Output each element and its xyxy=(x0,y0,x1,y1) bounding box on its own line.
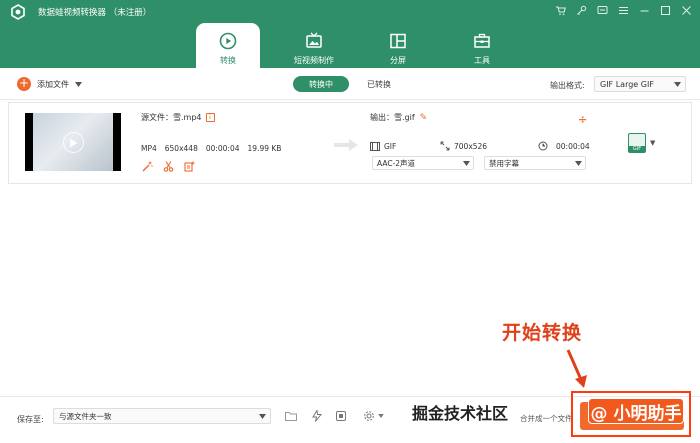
menu-icon[interactable] xyxy=(617,4,629,16)
feedback-icon[interactable] xyxy=(596,4,608,16)
source-file-label: 源文件：雪.mp4 xyxy=(141,113,202,122)
chevron-down-icon xyxy=(674,81,681,87)
clock-icon xyxy=(538,141,548,151)
convert-arrow-icon xyxy=(334,139,358,151)
main-tabs: 转换 短视频制作 分屏 工具 xyxy=(196,23,524,68)
watermark-badge: @ 小明助手 xyxy=(588,398,684,424)
edit-tools xyxy=(142,161,195,172)
tab-short-video-label: 短视频制作 xyxy=(294,56,334,65)
output-duration-group: 00:00:04 xyxy=(538,141,590,151)
film-icon xyxy=(370,141,380,151)
info-icon[interactable]: i xyxy=(205,113,215,122)
pencil-icon[interactable]: ✎ xyxy=(420,113,428,123)
file-item: 源文件：雪.mp4 i MP4 650x448 00:00:04 19.99 K… xyxy=(8,102,692,184)
play-icon[interactable] xyxy=(63,132,84,153)
tab-split-screen-label: 分屏 xyxy=(390,56,406,65)
annotation-label: 开始转换 xyxy=(502,322,583,344)
add-file-button[interactable]: + 添加文件 xyxy=(17,77,82,91)
source-meta: MP4 650x448 00:00:04 19.99 KB xyxy=(141,144,281,153)
toolbar: + 添加文件 转换中 已转换 输出格式: GIF Large GIF xyxy=(0,68,700,100)
output-file-name: 输出：雪.gif ✎ xyxy=(370,112,427,123)
chevron-down-icon xyxy=(575,160,582,166)
chevron-down-icon xyxy=(463,160,470,166)
toolbox-icon xyxy=(472,31,492,51)
save-to-select[interactable]: 与源文件夹一致 xyxy=(53,408,271,424)
magic-wand-icon[interactable] xyxy=(142,161,153,172)
output-resolution-group: 700x526 xyxy=(440,141,538,151)
thumbnail-image xyxy=(33,113,113,171)
tab-short-video[interactable]: 短视频制作 xyxy=(272,23,356,68)
annotation-arrow-icon xyxy=(566,349,587,388)
close-icon[interactable] xyxy=(680,4,692,16)
output-spec: GIF 700x526 00:00:04 xyxy=(370,141,590,151)
add-file-label: 添加文件 xyxy=(37,79,69,89)
tab-convert-label: 转换 xyxy=(220,56,236,65)
output-format-select[interactable]: GIF Large GIF xyxy=(594,76,686,92)
output-resolution: 700x526 xyxy=(454,141,488,151)
tv-image-icon xyxy=(304,31,324,51)
watermark-text: 掘金技术社区 xyxy=(412,404,509,423)
source-format: MP4 xyxy=(141,144,157,153)
video-thumbnail[interactable] xyxy=(25,113,121,171)
app-logo-icon xyxy=(11,4,25,20)
tab-tools-label: 工具 xyxy=(474,56,490,65)
merge-files-label[interactable]: 合并成一个文件 xyxy=(520,413,573,424)
converting-tab[interactable]: 转换中 xyxy=(293,76,349,92)
folder-icon[interactable] xyxy=(284,409,298,423)
chevron-down-icon xyxy=(259,413,266,419)
subtitle-value: 禁用字幕 xyxy=(489,158,519,168)
scissors-icon[interactable] xyxy=(163,161,174,172)
cart-icon[interactable] xyxy=(554,4,566,16)
app-title: 数据蛙视频转换器 （未注册） xyxy=(38,8,152,18)
gif-format-icon[interactable]: GIF xyxy=(628,133,646,153)
resize-icon xyxy=(440,141,450,151)
gpu-on-icon[interactable] xyxy=(334,409,348,423)
audio-track-value: AAC-2声道 xyxy=(377,158,416,168)
output-file-label: 输出：雪.gif xyxy=(370,113,415,122)
refresh-play-icon xyxy=(218,31,238,51)
tab-tools[interactable]: 工具 xyxy=(440,23,524,68)
split-screen-icon xyxy=(388,31,408,51)
tab-convert[interactable]: 转换 xyxy=(196,23,260,68)
source-file-name: 源文件：雪.mp4 i xyxy=(141,112,215,123)
key-icon[interactable] xyxy=(575,4,587,16)
output-format-label: 输出格式: xyxy=(550,81,585,90)
maximize-icon[interactable] xyxy=(659,4,671,16)
split-icon[interactable]: ÷ xyxy=(578,113,587,126)
source-resolution: 650x448 xyxy=(164,144,198,153)
source-duration: 00:00:04 xyxy=(205,144,240,153)
plus-icon: + xyxy=(17,76,31,91)
tab-split-screen[interactable]: 分屏 xyxy=(356,23,440,68)
output-format-group: GIF xyxy=(370,141,440,151)
window-controls xyxy=(554,4,692,16)
title-bar: 数据蛙视频转换器 （未注册） 转换 短视频制作 分屏 工具 xyxy=(0,0,700,68)
minimize-icon[interactable] xyxy=(638,4,650,16)
output-duration: 00:00:04 xyxy=(556,141,590,151)
audio-track-select[interactable]: AAC-2声道 xyxy=(372,156,474,170)
settings-gear-icon[interactable] xyxy=(360,409,386,423)
gif-format-badge: GIF xyxy=(629,146,645,152)
save-to-label: 保存至: xyxy=(17,415,44,424)
subtitle-select[interactable]: 禁用字幕 xyxy=(484,156,586,170)
chevron-down-icon xyxy=(75,81,82,87)
conversion-status-toggle: 转换中 已转换 xyxy=(293,76,391,92)
hardware-accel-off-icon[interactable] xyxy=(310,409,324,423)
converted-tab[interactable]: 已转换 xyxy=(367,79,391,90)
save-to-value: 与源文件夹一致 xyxy=(59,411,112,421)
chevron-down-icon[interactable]: ▼ xyxy=(650,139,655,147)
source-size: 19.99 KB xyxy=(247,144,282,153)
output-format-value: GIF Large GIF xyxy=(600,79,654,89)
output-format: GIF xyxy=(384,141,397,151)
subtitle-edit-icon[interactable] xyxy=(184,161,195,172)
